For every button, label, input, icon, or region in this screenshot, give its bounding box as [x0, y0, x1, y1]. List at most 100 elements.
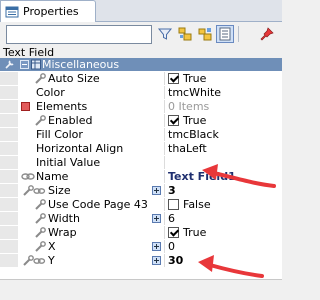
- property-name: Use Code Page 437 Sy...: [48, 198, 148, 211]
- property-name: Elements: [36, 100, 88, 113]
- pin-icon[interactable]: [258, 25, 276, 43]
- wrench-icon: [34, 199, 46, 210]
- row-gutter: [0, 86, 18, 99]
- column-divider: [164, 198, 165, 211]
- row-gutter: [0, 226, 18, 239]
- tab-strip: Properties: [0, 0, 282, 22]
- column-divider: [164, 254, 165, 267]
- property-value[interactable]: 0: [168, 240, 175, 253]
- property-name: Wrap: [48, 226, 77, 239]
- row-gutter: [0, 170, 18, 183]
- category-label: Miscellaneous: [42, 58, 120, 71]
- property-row-color[interactable]: Color tmcWhite: [0, 86, 282, 99]
- row-gutter: [0, 128, 18, 141]
- column-divider: [164, 156, 165, 169]
- row-gutter: [0, 254, 18, 267]
- wrench-link-icon: [22, 185, 46, 196]
- column-divider: [164, 226, 165, 239]
- property-row-use-code-page[interactable]: Use Code Page 437 Sy... False: [0, 198, 282, 211]
- property-name: Size: [48, 184, 71, 197]
- property-value[interactable]: True: [183, 72, 206, 85]
- filter-icon[interactable]: [156, 25, 174, 43]
- property-value[interactable]: True: [183, 114, 206, 127]
- wrench-icon: [34, 213, 46, 224]
- row-gutter: [0, 114, 18, 127]
- row-gutter: [0, 240, 18, 253]
- property-value[interactable]: False: [183, 198, 211, 211]
- property-name: Horizontal Align: [36, 142, 124, 155]
- column-divider: [164, 212, 165, 225]
- collapse-icon[interactable]: [20, 60, 29, 69]
- property-row-elements[interactable]: Elements 0 Items: [0, 100, 282, 113]
- wrench-link-icon: [22, 255, 46, 266]
- annotation-arrow: [202, 164, 276, 188]
- wrench-icon: [34, 115, 46, 126]
- tab-properties[interactable]: Properties: [0, 0, 96, 22]
- annotation-arrow: [198, 255, 264, 278]
- row-gutter: [0, 184, 18, 197]
- description-pane: [0, 279, 282, 300]
- enabled-checkbox[interactable]: [168, 115, 179, 126]
- column-divider: [164, 240, 165, 253]
- property-value[interactable]: 30: [168, 254, 183, 267]
- property-name: X: [48, 240, 56, 253]
- property-name: Color: [36, 86, 65, 99]
- property-name: Name: [36, 170, 69, 183]
- property-name: Fill Color: [36, 128, 83, 141]
- use-code-page-checkbox[interactable]: [168, 199, 179, 210]
- property-name: Auto Size: [48, 72, 100, 85]
- property-name: Initial Value: [36, 156, 101, 169]
- column-divider: [164, 142, 165, 155]
- row-gutter: [0, 100, 18, 113]
- auto-size-checkbox[interactable]: [168, 73, 179, 84]
- wrench-icon: [34, 241, 46, 252]
- property-name: Width: [48, 212, 80, 225]
- wrench-icon: [34, 227, 46, 238]
- property-value[interactable]: 3: [168, 184, 176, 197]
- property-value[interactable]: tmcBlack: [168, 128, 219, 141]
- property-name: Y: [48, 254, 55, 267]
- property-name: Enabled: [48, 114, 93, 127]
- properties-icon: [5, 5, 19, 19]
- property-row-enabled[interactable]: Enabled True: [0, 114, 282, 127]
- column-divider: [164, 184, 165, 197]
- property-row-auto-size[interactable]: Auto Size True: [0, 72, 282, 85]
- row-gutter: [0, 212, 18, 225]
- property-row-horizontal-align[interactable]: Horizontal Align thaLeft: [0, 142, 282, 155]
- property-row-wrap[interactable]: Wrap True: [0, 226, 282, 239]
- wrap-checkbox[interactable]: [168, 227, 179, 238]
- row-gutter: [0, 72, 18, 85]
- collection-icon: [21, 102, 30, 111]
- property-value[interactable]: True: [183, 226, 206, 239]
- object-selector[interactable]: [6, 25, 152, 44]
- property-row-width[interactable]: Width 6: [0, 212, 282, 225]
- alphabetical-icon[interactable]: [196, 25, 214, 43]
- column-divider: [164, 114, 165, 127]
- column-divider: [164, 86, 165, 99]
- row-gutter: [0, 142, 18, 155]
- toolbar: [0, 22, 282, 46]
- wrench-icon: [34, 73, 46, 84]
- expand-icon[interactable]: [152, 242, 161, 251]
- property-row-fill-color[interactable]: Fill Color tmcBlack: [0, 128, 282, 141]
- categorized-icon[interactable]: [176, 25, 194, 43]
- row-gutter: [0, 156, 18, 169]
- column-divider: [164, 100, 165, 113]
- property-pages-icon[interactable]: [216, 25, 234, 43]
- row-gutter: [0, 198, 18, 211]
- expand-icon[interactable]: [152, 214, 161, 223]
- column-divider: [164, 170, 165, 183]
- property-value[interactable]: tmcWhite: [168, 86, 221, 99]
- wrench-icon: [4, 59, 15, 70]
- category-row-miscellaneous[interactable]: Miscellaneous: [0, 58, 282, 71]
- property-value[interactable]: 0 Items: [168, 100, 209, 113]
- property-value[interactable]: thaLeft: [168, 142, 207, 155]
- column-divider: [164, 128, 165, 141]
- link-icon: [21, 171, 35, 182]
- property-value[interactable]: 6: [168, 212, 175, 225]
- expand-icon[interactable]: [152, 256, 161, 265]
- category-grid-icon: [31, 59, 41, 70]
- column-divider: [164, 72, 165, 85]
- expand-icon[interactable]: [152, 186, 161, 195]
- toolbar-separator: [238, 26, 239, 42]
